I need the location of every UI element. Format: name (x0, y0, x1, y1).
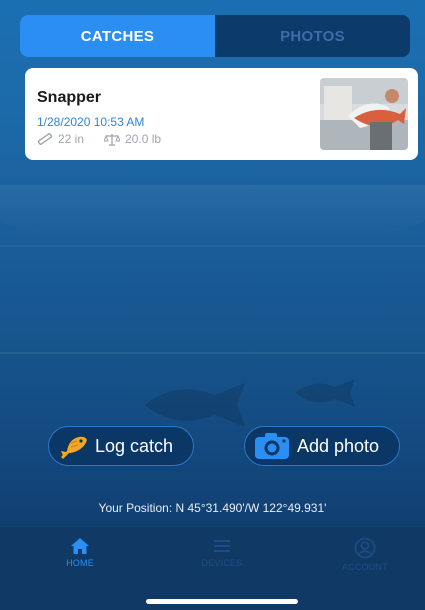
list-icon (214, 540, 230, 552)
bottom-nav: HOME DEVICES ACCOUNT (0, 527, 425, 610)
catch-card[interactable]: Snapper 1/28/2020 10:53 AM 22 in 20.0 lb (25, 68, 418, 160)
home-indicator (146, 599, 298, 604)
catch-species: Snapper (37, 89, 102, 106)
catch-stats: 22 in 20.0 lb (37, 132, 181, 146)
weight-value: 20.0 lb (125, 132, 162, 146)
tab-catches[interactable]: CATCHES (20, 15, 215, 57)
weight-stat: 20.0 lb (104, 132, 161, 146)
water-line (0, 352, 425, 354)
nav-account-label: ACCOUNT (342, 562, 388, 572)
water-line (0, 245, 425, 247)
position-readout: Your Position: N 45°31.490'/W 122°49.931… (98, 501, 327, 515)
log-catch-button[interactable]: Log catch (48, 426, 194, 466)
water-band (0, 185, 425, 240)
add-photo-label: Add photo (297, 435, 380, 456)
log-catch-label: Log catch (95, 435, 174, 456)
catch-datetime: 1/28/2020 10:53 AM (37, 115, 145, 129)
nav-home[interactable]: HOME (25, 537, 135, 568)
fish-silhouette-right (295, 379, 355, 407)
catch-photo-thumbnail[interactable] (320, 78, 408, 150)
fish-icon (57, 431, 89, 461)
nav-home-label: HOME (66, 558, 94, 568)
ruler-icon (37, 133, 53, 145)
camera-icon (253, 431, 291, 461)
add-photo-button[interactable]: Add photo (244, 426, 400, 466)
user-icon (354, 537, 376, 559)
length-stat: 22 in (37, 132, 84, 146)
nav-account[interactable]: ACCOUNT (310, 537, 420, 572)
tab-photos[interactable]: PHOTOS (215, 15, 410, 57)
length-value: 22 in (58, 132, 85, 146)
nav-devices-label: DEVICES (201, 558, 243, 568)
catch-photo-image (320, 78, 408, 150)
nav-devices[interactable]: DEVICES (167, 537, 277, 568)
segmented-tabs: CATCHES PHOTOS (20, 15, 410, 57)
scale-icon (104, 133, 121, 146)
home-icon (71, 538, 89, 554)
